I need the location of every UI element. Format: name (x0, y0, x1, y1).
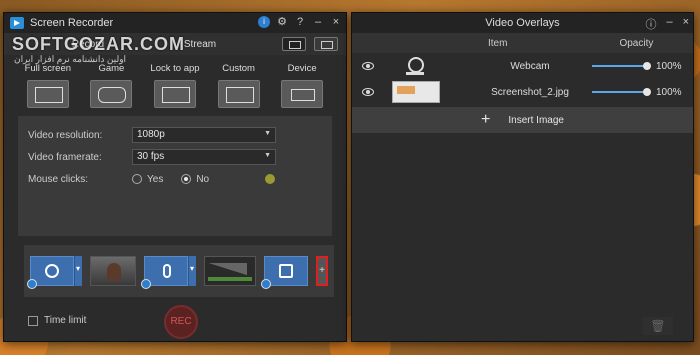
webcam-icon (45, 264, 59, 278)
insert-image-button[interactable]: + Insert Image (352, 107, 693, 133)
trash-icon[interactable]: 🗑 (643, 317, 673, 335)
checkbox-icon[interactable] (28, 315, 38, 326)
column-item: Item (488, 37, 508, 49)
no-label: No (196, 173, 210, 185)
click-color-swatch[interactable] (265, 174, 276, 184)
radio-selected-icon[interactable] (181, 174, 192, 184)
close-icon[interactable]: × (683, 16, 689, 32)
resolution-select[interactable]: 1080p (132, 127, 276, 143)
custom-region-icon[interactable] (217, 80, 260, 108)
recorder-titlebar: Screen Recorder i ⚙ ? – × (4, 13, 346, 33)
minimize-icon[interactable]: – (312, 16, 324, 28)
framerate-select[interactable]: 30 fps (132, 149, 276, 165)
minimize-icon[interactable]: – (666, 16, 672, 32)
device-icon[interactable] (281, 80, 324, 108)
add-overlay-button[interactable]: + (316, 256, 328, 286)
gamepad-icon[interactable] (90, 80, 133, 108)
plus-icon: + (481, 111, 491, 128)
check-icon (27, 279, 37, 289)
image-overlay-icon (279, 264, 293, 278)
webcam-preview (90, 256, 136, 286)
mouse-clicks-label: Mouse clicks: (28, 173, 89, 185)
opacity-slider[interactable] (592, 62, 651, 70)
info-icon[interactable]: ⓘ (645, 16, 656, 32)
opacity-slider[interactable] (592, 88, 651, 96)
mouse-clicks-row: Mouse clicks: Yes No (28, 168, 322, 190)
framerate-label: Video framerate: (28, 151, 102, 163)
capture-device[interactable]: Device (274, 63, 330, 108)
resolution-row: Video resolution: 1080p (28, 124, 322, 146)
opacity-value: 100% (656, 60, 682, 72)
close-icon[interactable]: × (330, 16, 342, 28)
microphone-toggle-button[interactable] (141, 256, 188, 289)
help-icon[interactable]: ? (294, 16, 306, 28)
time-limit-label: Time limit (44, 315, 87, 326)
mouse-clicks-no[interactable]: No (181, 174, 209, 185)
capture-custom[interactable]: Custom (211, 63, 267, 108)
microphone-dropdown[interactable] (188, 256, 196, 286)
overlays-title: Video Overlays (485, 17, 560, 29)
capture-game[interactable]: Game (83, 63, 139, 108)
yes-label: Yes (147, 173, 164, 185)
mouse-clicks-yes[interactable]: Yes (132, 174, 163, 185)
capture-full-screen[interactable]: Full screen (20, 63, 76, 108)
recorder-app-icon (10, 17, 24, 29)
info-icon[interactable]: i (258, 15, 270, 28)
video-overlays-window: Video Overlays ⓘ – × Item Opacity Webcam… (351, 12, 694, 342)
webcam-dropdown[interactable] (74, 256, 82, 286)
column-opacity: Opacity (619, 37, 654, 49)
check-icon (141, 279, 151, 289)
monitor-icon[interactable] (26, 80, 69, 108)
overlays-window-controls: ⓘ – × (645, 16, 689, 32)
overlay-name: Webcam (510, 60, 550, 72)
overlay-toggle-button[interactable] (261, 256, 308, 289)
eye-icon[interactable] (362, 62, 374, 70)
overlays-list: Webcam 100% Screenshot_2.jpg 100% + Inse… (352, 53, 693, 249)
lock-app-icon[interactable] (153, 80, 196, 108)
list-item[interactable]: Screenshot_2.jpg 100% (352, 79, 693, 105)
webcam-icon (392, 55, 440, 77)
recorder-window-controls: i ⚙ ? – × (258, 15, 342, 28)
fullscreen-layout-icon[interactable] (282, 37, 306, 51)
overlays-titlebar: Video Overlays ⓘ – × (352, 13, 693, 33)
capture-lock-to-app[interactable]: Lock to app (147, 63, 203, 108)
volume-meter[interactable] (204, 256, 256, 286)
watermark-tagline: اولین دانشنامه نرم افزار ایران (14, 54, 127, 64)
time-limit-checkbox[interactable]: Time limit (28, 315, 86, 326)
capture-label: Custom (222, 63, 255, 74)
capture-label: Device (287, 63, 317, 74)
microphone-icon (163, 264, 171, 278)
capture-label: Game (98, 63, 125, 74)
record-button[interactable]: REC (164, 305, 198, 339)
capture-label: Lock to app (150, 63, 200, 74)
list-item[interactable]: Webcam 100% (352, 53, 693, 79)
watermark-logo: SOFTGOZAR.COM (12, 34, 185, 54)
overlays-table-header: Item Opacity (352, 33, 693, 53)
capture-label: Full screen (24, 63, 72, 74)
window-layout-icon[interactable] (314, 37, 338, 51)
framerate-row: Video framerate: 30 fps (28, 146, 322, 168)
overlay-name: Screenshot_2.jpg (491, 86, 569, 98)
input-devices-bar: + (24, 245, 334, 297)
gear-icon[interactable]: ⚙ (276, 15, 288, 28)
resolution-label: Video resolution: (28, 129, 103, 141)
image-thumbnail (392, 81, 440, 103)
webcam-toggle-button[interactable] (27, 256, 74, 289)
recorder-title: Screen Recorder (30, 17, 114, 29)
radio-icon[interactable] (132, 174, 142, 184)
eye-icon[interactable] (362, 88, 374, 96)
recording-settings-panel: Video resolution: 1080p Video framerate:… (18, 116, 332, 236)
check-icon (261, 279, 271, 289)
opacity-value: 100% (656, 86, 682, 98)
insert-image-label: Insert Image (508, 114, 564, 126)
